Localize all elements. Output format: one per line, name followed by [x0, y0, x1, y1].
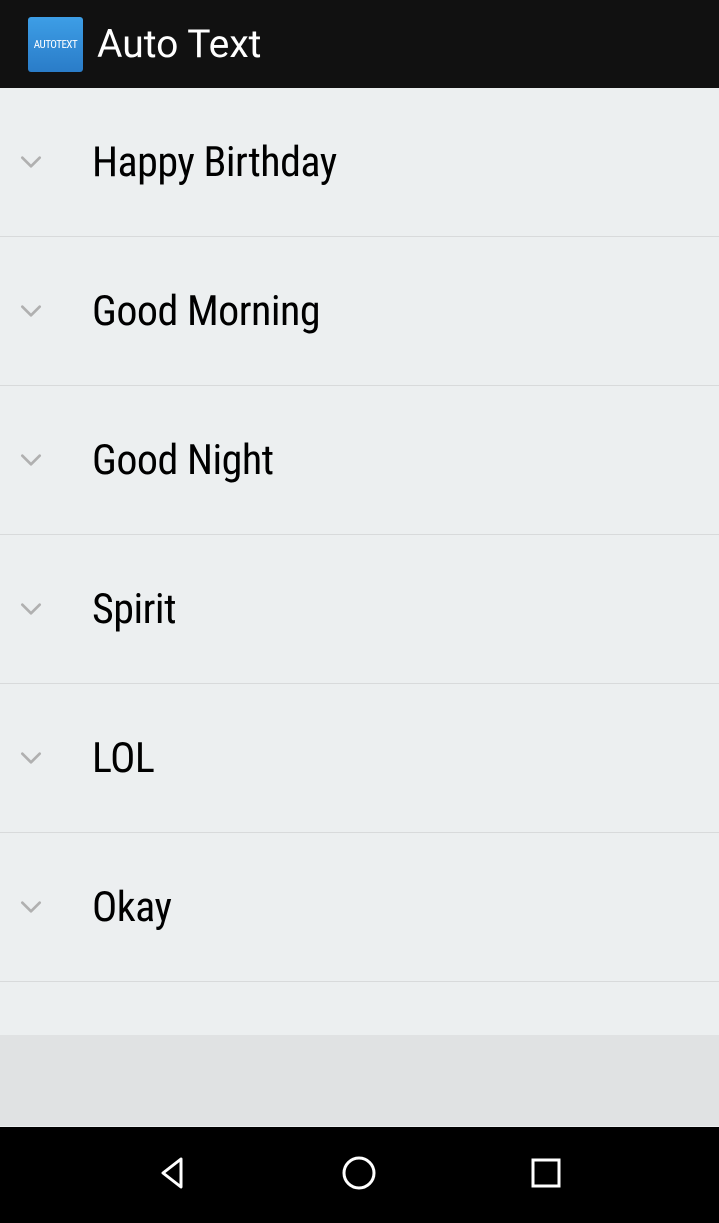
list-item-happy-birthday[interactable]: Happy Birthday	[0, 88, 719, 237]
list-item-good-night[interactable]: Good Night	[0, 386, 719, 535]
list-item-label: Okay	[92, 883, 171, 932]
list-item-label: Spirit	[92, 585, 176, 634]
ad-placeholder	[0, 1035, 719, 1126]
back-button[interactable]	[148, 1150, 198, 1200]
system-nav-bar	[0, 1127, 719, 1223]
app-title: Auto Text	[97, 21, 261, 67]
spacer	[0, 982, 719, 1035]
list-item-okay[interactable]: Okay	[0, 833, 719, 982]
app-header: AUTOTEXT Auto Text	[0, 0, 719, 88]
app-icon: AUTOTEXT	[28, 17, 83, 72]
app-icon-label: AUTOTEXT	[34, 38, 77, 51]
home-button[interactable]	[334, 1150, 384, 1200]
list-item-label: Happy Birthday	[92, 138, 337, 187]
chevron-down-icon	[18, 894, 44, 920]
list-item-label: Good Morning	[92, 287, 320, 336]
chevron-down-icon	[18, 745, 44, 771]
chevron-down-icon	[18, 596, 44, 622]
list-item-good-morning[interactable]: Good Morning	[0, 237, 719, 386]
list-item-label: Good Night	[92, 436, 274, 485]
chevron-down-icon	[18, 447, 44, 473]
category-list: Happy Birthday Good Morning Good Night S…	[0, 88, 719, 982]
chevron-down-icon	[18, 298, 44, 324]
home-icon	[339, 1153, 379, 1197]
back-icon	[153, 1153, 193, 1197]
chevron-down-icon	[18, 149, 44, 175]
recent-button[interactable]	[521, 1150, 571, 1200]
recent-icon	[526, 1153, 566, 1197]
list-item-spirit[interactable]: Spirit	[0, 535, 719, 684]
list-item-label: LOL	[92, 734, 154, 783]
list-item-lol[interactable]: LOL	[0, 684, 719, 833]
